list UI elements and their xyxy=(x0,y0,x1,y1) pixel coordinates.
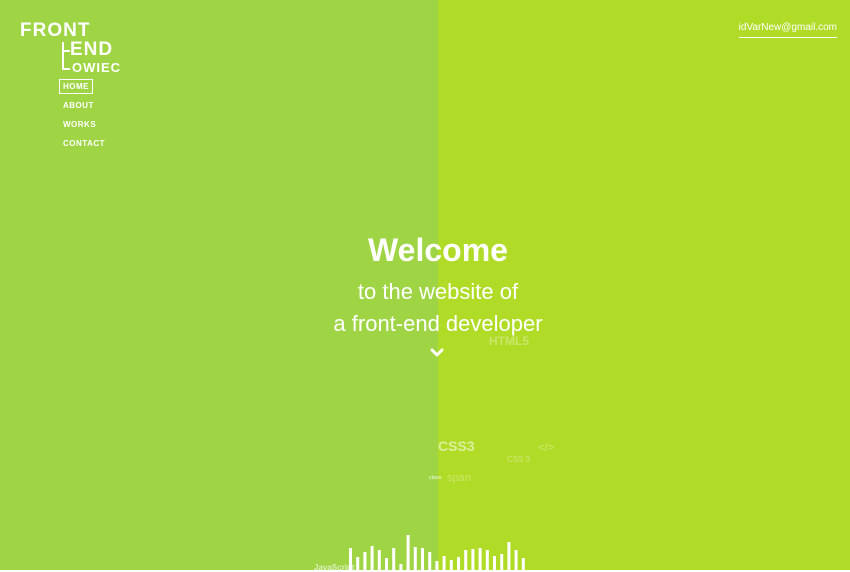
logo-line-3: OWIEC xyxy=(72,60,122,75)
logo-tree-line xyxy=(62,42,64,69)
email-link[interactable]: idVarNew@gmail.com xyxy=(738,22,837,38)
nav-item-works[interactable]: WORKS xyxy=(59,117,100,132)
decor-javascript-text: JavaScript xyxy=(314,563,355,572)
decor-css3-text: CSS3 xyxy=(438,438,475,454)
logo-tree-branch xyxy=(62,68,70,70)
logo-tree-branch xyxy=(62,50,70,52)
logo-line-2: END xyxy=(70,39,114,60)
decor-code-tag-text: </> xyxy=(538,442,554,454)
nav-item-about[interactable]: ABOUT xyxy=(59,98,98,113)
main-nav: HOME ABOUT WORKS CONTACT xyxy=(59,79,109,155)
hero-subtitle-line-2: a front-end developer xyxy=(333,311,543,336)
chevron-down-icon[interactable] xyxy=(430,348,444,358)
site-logo[interactable]: FRONT END OWIEC xyxy=(20,20,130,76)
decor-class-text: class xyxy=(429,475,442,481)
decor-span-text: span xyxy=(447,472,471,484)
nav-item-home[interactable]: HOME xyxy=(59,79,93,94)
decor-css-small-text: CSS 3 xyxy=(507,455,531,464)
hero-title: Welcome xyxy=(368,232,508,268)
decor-html5-text: HTML5 xyxy=(489,334,529,348)
nav-item-contact[interactable]: CONTACT xyxy=(59,136,109,151)
hero-subtitle-line-1: to the website of xyxy=(357,279,519,304)
